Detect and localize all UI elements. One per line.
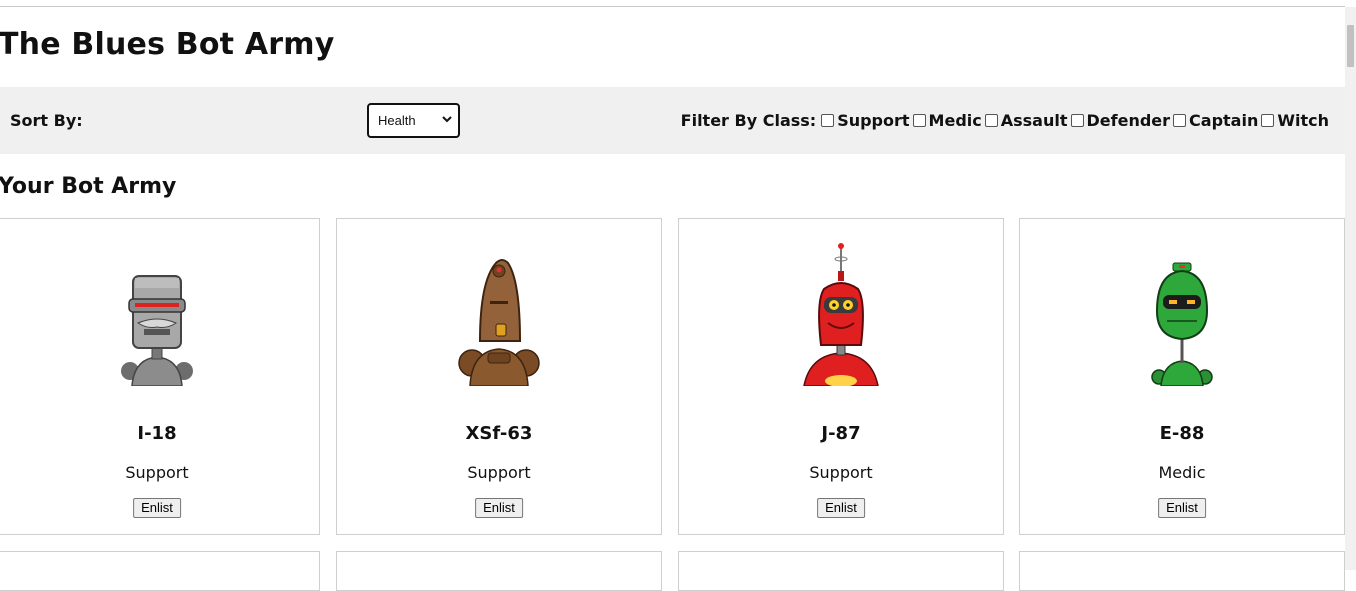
filter-medic[interactable]: Medic [910,111,982,130]
bot-class: Support [809,463,873,482]
enlist-button[interactable]: Enlist [475,498,523,518]
filter-label: Filter By Class: [680,111,817,130]
filter-option-label: Support [837,111,910,130]
bot-name: E-88 [1159,423,1205,444]
vertical-scrollbar[interactable] [1345,7,1356,570]
brown-robot-icon [458,259,540,386]
checkbox[interactable] [1173,114,1187,127]
bot-card[interactable] [336,551,662,591]
gray-robot-icon [121,275,193,386]
filter-option-label: Defender [1086,111,1171,130]
page-title: The Blues Bot Army [0,27,335,62]
bot-card[interactable]: I-18 Support Enlist [0,218,320,535]
sort-select[interactable]: Health [367,103,460,138]
bot-card[interactable]: XSf-63 Support Enlist [336,218,662,535]
bot-name: I-18 [137,423,177,444]
class-filter-group: Filter By Class: Support Medic Assault D… [681,111,1329,130]
top-divider [0,6,1345,7]
red-robot-icon [803,243,879,386]
checkbox[interactable] [1070,114,1084,127]
bot-card[interactable]: J-87 Support Enlist [678,218,1004,535]
filter-option-label: Medic [928,111,982,130]
filter-witch[interactable]: Witch [1258,111,1329,130]
checkbox[interactable] [1261,114,1275,127]
section-title: Your Bot Army [0,174,177,199]
scrollbar-thumb[interactable] [1347,25,1354,67]
bot-name: J-87 [821,423,861,444]
sort-label: Sort By: [10,111,83,130]
sort-selected-value: Health [378,113,416,128]
checkbox[interactable] [984,114,998,127]
enlist-button[interactable]: Enlist [133,498,181,518]
green-robot-icon [1151,262,1213,386]
filter-captain[interactable]: Captain [1170,111,1258,130]
checkbox[interactable] [821,114,835,127]
bot-card[interactable] [1019,551,1345,591]
enlist-button[interactable]: Enlist [817,498,865,518]
filter-option-label: Witch [1277,111,1329,130]
bot-card[interactable]: E-88 Medic Enlist [1019,218,1345,535]
sort-filter-bar: Sort By: Health Filter By Class: Support… [0,87,1345,154]
filter-support[interactable]: Support [818,111,910,130]
bot-class: Support [125,463,189,482]
bot-name: XSf-63 [465,423,533,444]
filter-option-label: Captain [1189,111,1259,130]
bot-card[interactable] [0,551,320,591]
filter-assault[interactable]: Assault [982,111,1068,130]
filter-option-label: Assault [1000,111,1068,130]
bot-class: Support [467,463,531,482]
filter-defender[interactable]: Defender [1068,111,1171,130]
bot-class: Medic [1158,463,1206,482]
enlist-button[interactable]: Enlist [1158,498,1206,518]
bot-card[interactable] [678,551,1004,591]
chevron-down-icon [442,116,452,123]
checkbox[interactable] [912,114,926,127]
